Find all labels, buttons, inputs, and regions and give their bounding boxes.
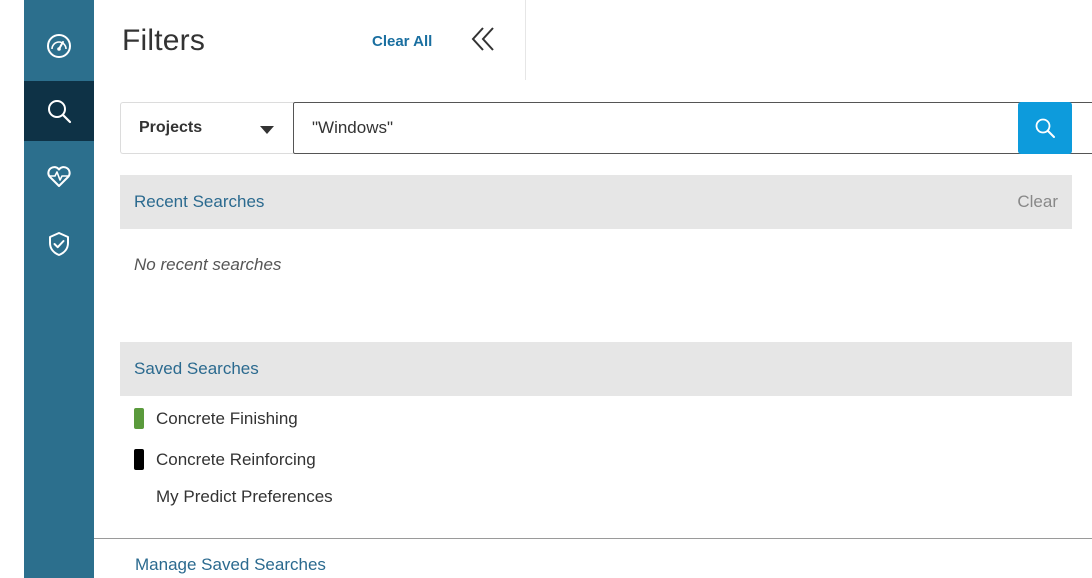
collapse-panel-button[interactable] <box>468 24 498 54</box>
search-submit-button[interactable] <box>1018 102 1072 154</box>
saved-search-label: My Predict Preferences <box>156 487 333 506</box>
filters-title: Filters <box>122 24 206 57</box>
search-input[interactable] <box>312 103 1072 153</box>
nav-item-health[interactable] <box>24 146 94 206</box>
nav-item-safety[interactable] <box>24 214 94 274</box>
nav-item-search[interactable] <box>24 81 94 141</box>
search-field <box>293 102 1092 154</box>
clear-all-button[interactable]: Clear All <box>372 33 432 50</box>
caret-down-icon <box>260 126 274 134</box>
shield-check-icon <box>49 232 69 256</box>
search-icon <box>1035 118 1055 138</box>
manage-saved-searches-link[interactable]: Manage Saved Searches <box>135 555 326 575</box>
nav-item-dashboard[interactable] <box>24 16 94 76</box>
saved-search-label: Concrete Reinforcing <box>156 450 316 469</box>
color-swatch <box>134 449 144 470</box>
double-chevron-left-icon <box>471 27 494 51</box>
saved-searches-header: Saved Searches <box>120 342 1072 396</box>
filters-header: Filters Clear All <box>94 0 526 80</box>
saved-searches-title: Saved Searches <box>134 359 259 378</box>
search-scope-dropdown[interactable]: Projects <box>120 102 293 154</box>
search-icon <box>48 100 72 124</box>
recent-searches-header: Recent Searches Clear <box>120 175 1072 229</box>
heart-pulse-icon <box>47 166 71 187</box>
recent-searches-empty: No recent searches <box>134 255 282 274</box>
clear-recent-button[interactable]: Clear <box>1017 192 1058 212</box>
search-scope-value: Projects <box>139 119 203 136</box>
footer-divider <box>94 538 1092 539</box>
color-swatch <box>134 408 144 429</box>
nav-rail <box>24 0 94 578</box>
recent-searches-title: Recent Searches <box>134 192 265 211</box>
saved-search-label: Concrete Finishing <box>156 409 298 428</box>
dashboard-icon <box>47 34 71 58</box>
